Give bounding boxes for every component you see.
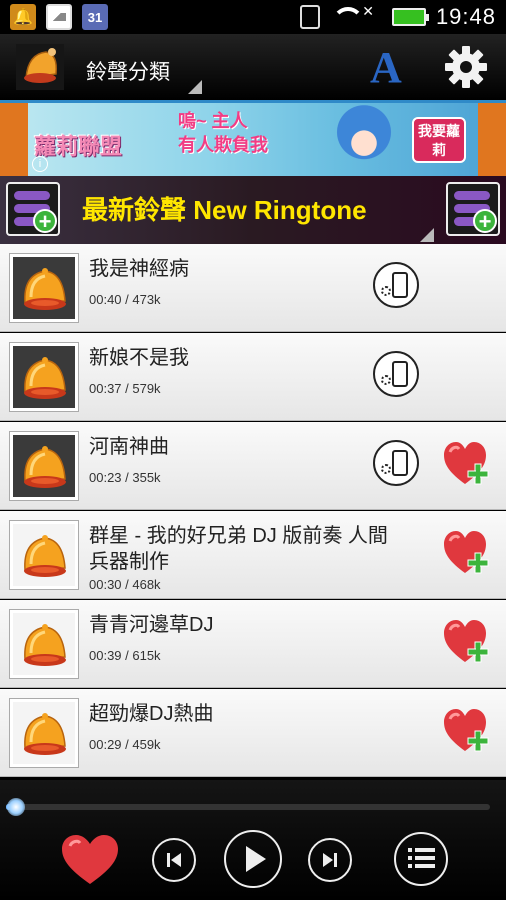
bell-icon: [24, 357, 66, 399]
app-bell-icon[interactable]: [16, 44, 64, 90]
ringtone-row[interactable]: 群星 - 我的好兄弟 DJ 版前奏 人間兵器制作 00:30 / 468k: [0, 511, 506, 599]
ringtone-title: 青青河邊草DJ: [89, 614, 214, 636]
next-button[interactable]: [308, 838, 352, 882]
list-icon: [408, 848, 435, 868]
previous-button[interactable]: [152, 838, 196, 882]
set-as-ringtone-button[interactable]: [373, 262, 419, 308]
ad-banner[interactable]: 蘿莉聯盟 嗚~ 主人 有人欺負我 我要蘿莉 i: [28, 103, 478, 176]
ringtone-title: 河南神曲: [89, 436, 169, 458]
ringtone-duration-size: 00:39 / 615k: [89, 648, 161, 663]
bell-notification-icon: 🔔: [10, 4, 36, 30]
ringtone-bell-thumbnail[interactable]: [10, 343, 78, 411]
ringtone-row[interactable]: 新娘不是我 00:37 / 579k: [0, 333, 506, 421]
settings-gear-icon: [381, 286, 391, 296]
ringtone-title: 超勁爆DJ熱曲: [89, 703, 214, 725]
phone-icon: [392, 272, 408, 298]
ringtone-bell-thumbnail[interactable]: [10, 254, 78, 322]
battery-icon: [391, 8, 429, 26]
vibrate-icon: [300, 5, 321, 29]
add-playlist-left-button[interactable]: +: [6, 182, 60, 236]
add-favorite-button[interactable]: [442, 707, 492, 755]
bell-icon: [24, 268, 66, 310]
ad-slogan: 嗚~ 主人 有人欺負我: [178, 109, 268, 157]
ringtone-title: 我是神經病: [89, 258, 189, 280]
ringtone-duration-size: 00:37 / 579k: [89, 381, 161, 396]
calendar-notification-icon: 31: [82, 4, 108, 30]
ad-character-image: [324, 103, 404, 176]
list-header: + 最新鈴聲 New Ringtone +: [0, 176, 506, 244]
add-favorite-button[interactable]: [442, 440, 492, 488]
previous-icon: [167, 853, 181, 867]
ad-slogan-line1: 嗚~ 主人: [178, 111, 248, 131]
ringtone-duration-size: 00:30 / 468k: [89, 577, 161, 592]
set-as-ringtone-button[interactable]: [373, 440, 419, 486]
bell-icon: [24, 713, 66, 755]
image-notification-icon: [46, 4, 72, 30]
list-dropdown-arrow-icon: [420, 228, 434, 242]
phone-icon: [392, 361, 408, 387]
add-playlist-right-button[interactable]: +: [446, 182, 500, 236]
ad-brand-text: 蘿莉聯盟: [34, 134, 123, 159]
play-icon: [246, 846, 266, 872]
playlist-bar-icon: [454, 191, 490, 200]
playlist-button[interactable]: [394, 832, 448, 886]
add-favorite-button[interactable]: [442, 618, 492, 666]
bell-icon: [24, 446, 66, 488]
plus-icon: +: [33, 209, 57, 233]
ringtone-list[interactable]: 我是神經病 00:40 / 473k 新娘不是我 00:37 / 579k 河南神曲 00…: [0, 244, 506, 780]
favorite-heart-button[interactable]: [60, 834, 120, 886]
ringtone-row[interactable]: 我是神經病 00:40 / 473k: [0, 244, 506, 332]
font-size-button[interactable]: A: [370, 42, 410, 92]
wifi-icon: [330, 5, 365, 29]
ringtone-bell-thumbnail[interactable]: [10, 432, 78, 500]
ad-info-icon[interactable]: i: [32, 156, 48, 172]
status-time: 19:48: [435, 4, 496, 29]
settings-gear-icon: [381, 375, 391, 385]
bell-icon: [24, 624, 66, 666]
next-icon: [323, 853, 337, 867]
category-selector[interactable]: 鈴聲分類: [86, 56, 170, 86]
settings-gear-icon[interactable]: [444, 45, 488, 89]
ringtone-title: 群星 - 我的好兄弟 DJ 版前奏 人間兵器制作: [89, 525, 388, 573]
ad-cta-button[interactable]: 我要蘿莉: [412, 117, 466, 163]
ringtone-duration-size: 00:40 / 473k: [89, 292, 161, 307]
ringtone-title: 新娘不是我: [89, 347, 189, 369]
play-button[interactable]: [224, 830, 282, 888]
playlist-bar-icon: [14, 191, 50, 200]
ringtone-bell-thumbnail[interactable]: [10, 699, 78, 767]
add-favorite-button[interactable]: [442, 529, 492, 577]
phone-icon: [392, 450, 408, 476]
list-title-selector[interactable]: 最新鈴聲 New Ringtone: [82, 190, 367, 227]
ringtone-row[interactable]: 青青河邊草DJ 00:39 / 615k: [0, 600, 506, 688]
wifi-disabled-x-icon: ✕: [362, 2, 374, 19]
ringtone-duration-size: 00:29 / 459k: [89, 737, 161, 752]
set-as-ringtone-button[interactable]: [373, 351, 419, 397]
ringtone-bell-thumbnail[interactable]: [10, 610, 78, 678]
player-bar: [0, 780, 506, 900]
ringtone-row[interactable]: 超勁爆DJ熱曲 00:29 / 459k: [0, 689, 506, 777]
settings-gear-icon: [381, 464, 391, 474]
ringtone-duration-size: 00:23 / 355k: [89, 470, 161, 485]
ad-slogan-line2: 有人欺負我: [178, 135, 268, 155]
progress-knob[interactable]: [6, 798, 25, 816]
bell-icon: [24, 535, 66, 577]
ringtone-bell-thumbnail[interactable]: [10, 521, 78, 589]
action-bar: 鈴聲分類 A: [0, 34, 506, 100]
progress-track[interactable]: [6, 804, 490, 810]
status-bar: 🔔 31 ✕ 19:48: [0, 0, 506, 34]
plus-icon: +: [473, 209, 497, 233]
ringtone-row[interactable]: 河南神曲 00:23 / 355k: [0, 422, 506, 510]
ad-banner-container: 蘿莉聯盟 嗚~ 主人 有人欺負我 我要蘿莉 i: [0, 103, 506, 176]
category-dropdown-arrow-icon: [188, 80, 202, 94]
